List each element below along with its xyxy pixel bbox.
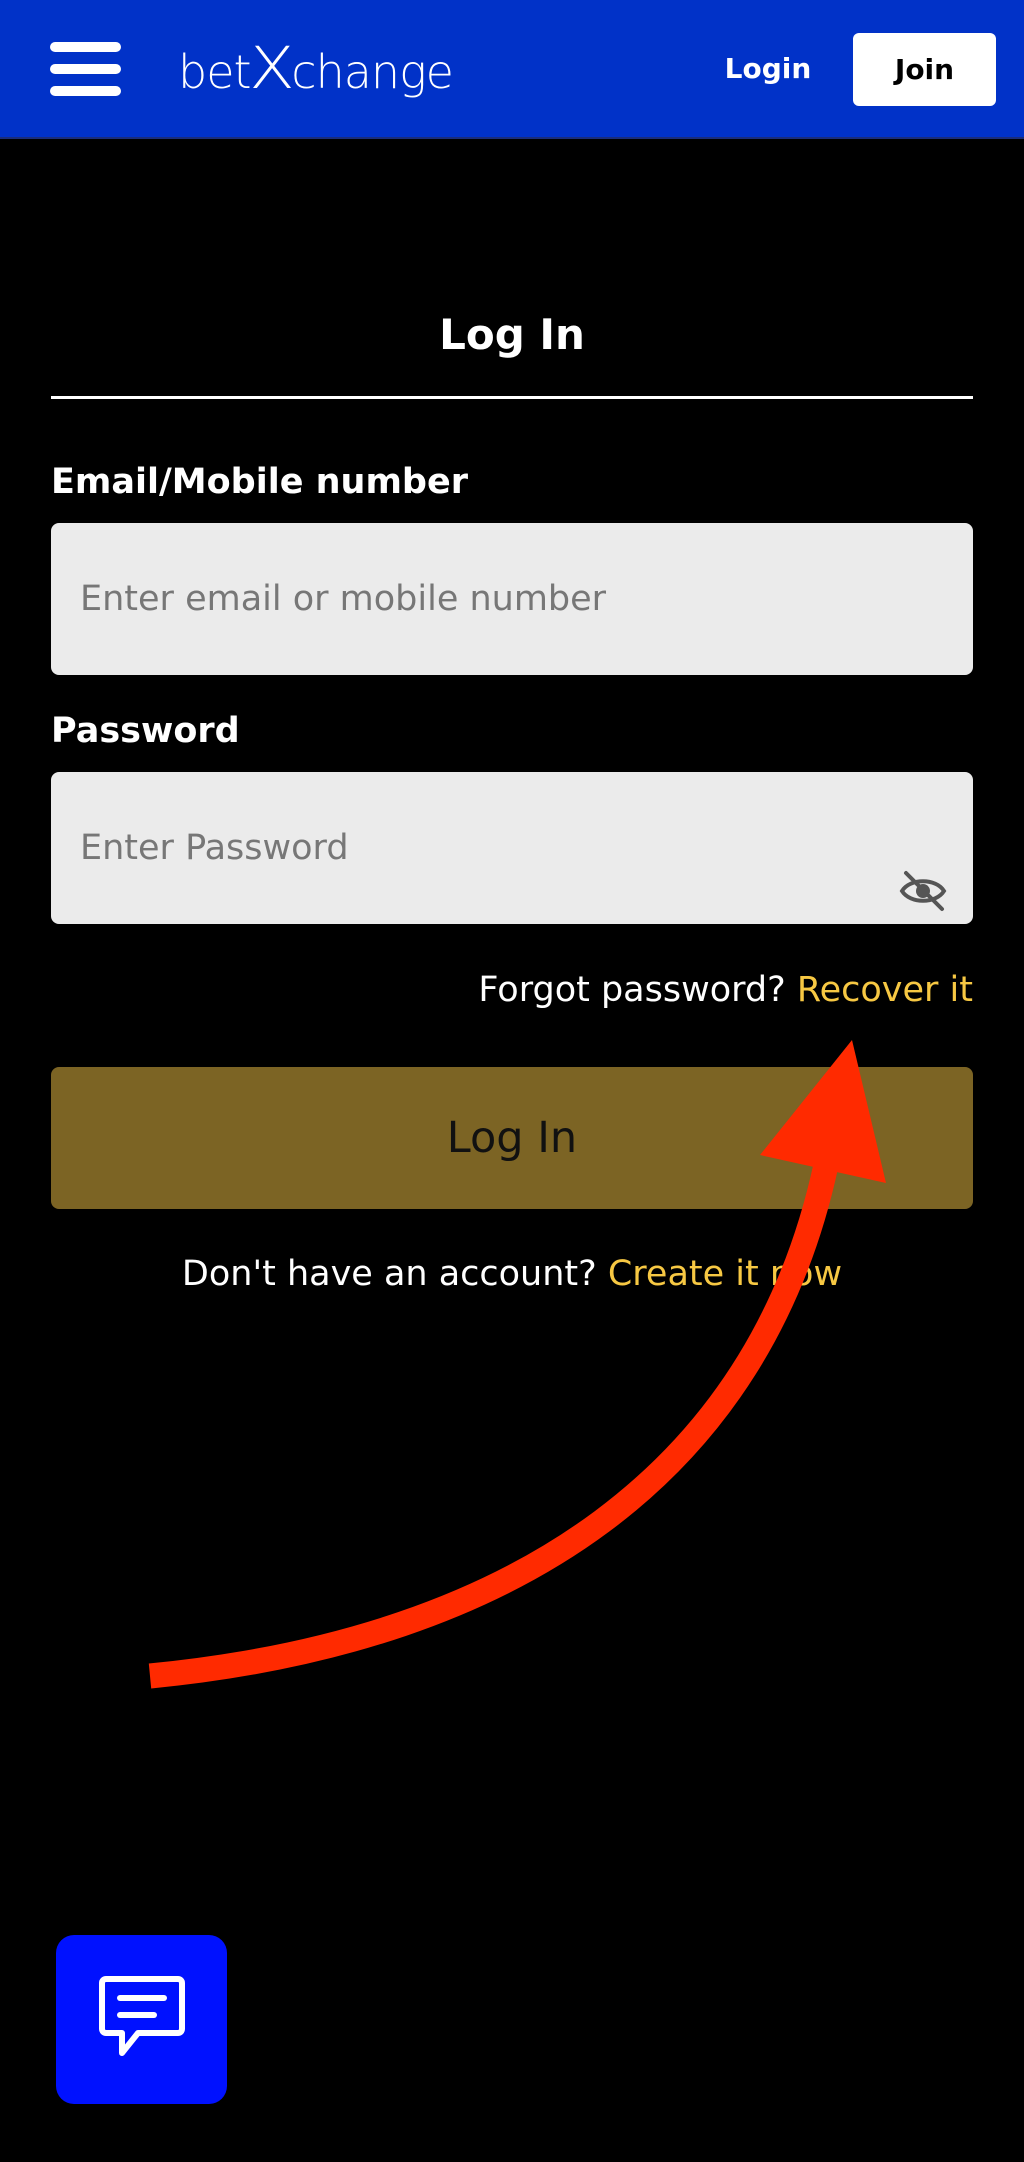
logo-text-change: change	[291, 45, 454, 99]
chat-support-button[interactable]	[56, 1935, 227, 2104]
page-title: Log In	[439, 310, 585, 359]
forgot-password-prompt: Forgot password?	[478, 970, 786, 1010]
password-input[interactable]: Enter Password	[51, 772, 973, 924]
email-input[interactable]: Enter email or mobile number	[51, 523, 973, 675]
email-label: Email/Mobile number	[51, 462, 468, 502]
email-placeholder: Enter email or mobile number	[80, 579, 607, 619]
eye-off-icon[interactable]	[899, 826, 947, 911]
logo-text-bet: bet	[178, 45, 252, 99]
signup-prompt: Don't have an account?	[181, 1254, 597, 1294]
header-login-link[interactable]: Login	[718, 44, 818, 94]
login-submit-button[interactable]: Log In	[51, 1067, 973, 1209]
password-placeholder: Enter Password	[80, 828, 349, 868]
title-divider	[51, 396, 973, 399]
hamburger-menu-icon[interactable]	[50, 40, 121, 96]
betxchange-logo[interactable]: betXchange	[178, 34, 454, 102]
signup-row: Don't have an account? Create it now	[51, 1254, 973, 1294]
top-navigation-bar: betXchange Login Join	[0, 0, 1024, 139]
password-label: Password	[51, 711, 240, 751]
create-account-link[interactable]: Create it now	[608, 1254, 842, 1294]
forgot-password-row: Forgot password? Recover it	[478, 970, 973, 1010]
recover-password-link[interactable]: Recover it	[797, 970, 973, 1010]
join-button[interactable]: Join	[853, 33, 996, 106]
logo-x-mark: X	[248, 34, 295, 102]
chat-bubble-icon	[99, 1976, 185, 2056]
